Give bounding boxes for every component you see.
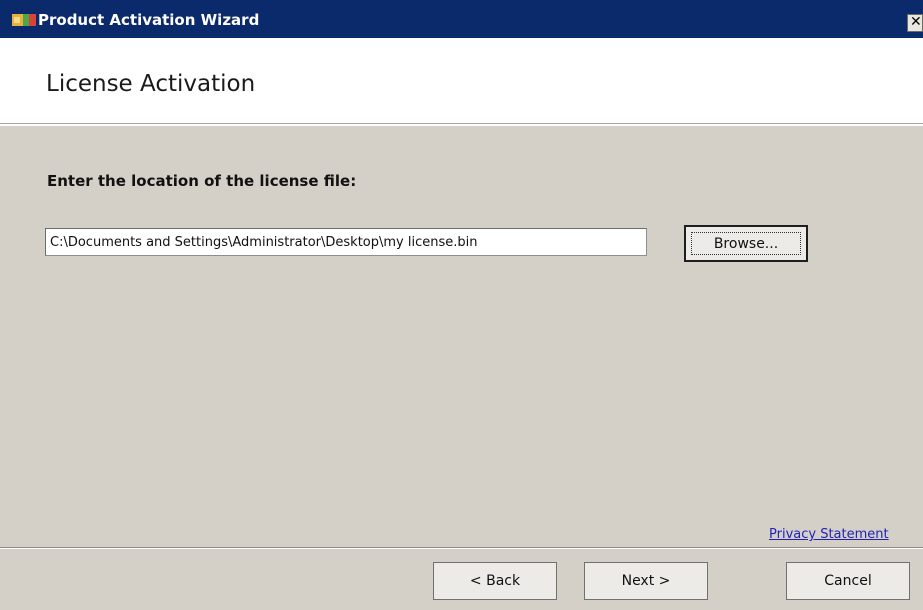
close-window-button[interactable]: ✕ [907, 14, 923, 32]
next-button-label: Next > [621, 573, 671, 589]
product-activation-wizard-window: Product Activation Wizard ✕ License Acti… [0, 0, 923, 610]
wizard-flag-icon [12, 14, 36, 26]
next-button[interactable]: Next > [584, 562, 708, 600]
back-button[interactable]: < Back [433, 562, 557, 600]
privacy-statement-link[interactable]: Privacy Statement [769, 527, 889, 542]
title-bar[interactable]: Product Activation Wizard ✕ [0, 0, 923, 38]
browse-button[interactable]: Browse... [684, 225, 808, 262]
license-location-label: Enter the location of the license file: [47, 172, 357, 190]
back-button-label: < Back [469, 573, 521, 589]
wizard-header: License Activation [0, 38, 923, 124]
header-divider [0, 124, 923, 126]
cancel-button-label: Cancel [824, 573, 872, 589]
window-title: Product Activation Wizard [38, 11, 260, 29]
license-file-path-input[interactable] [45, 228, 647, 256]
focus-rectangle [691, 232, 801, 255]
close-icon: ✕ [910, 14, 922, 30]
footer-divider [0, 547, 923, 549]
cancel-button[interactable]: Cancel [786, 562, 910, 600]
page-title: License Activation [46, 71, 256, 97]
